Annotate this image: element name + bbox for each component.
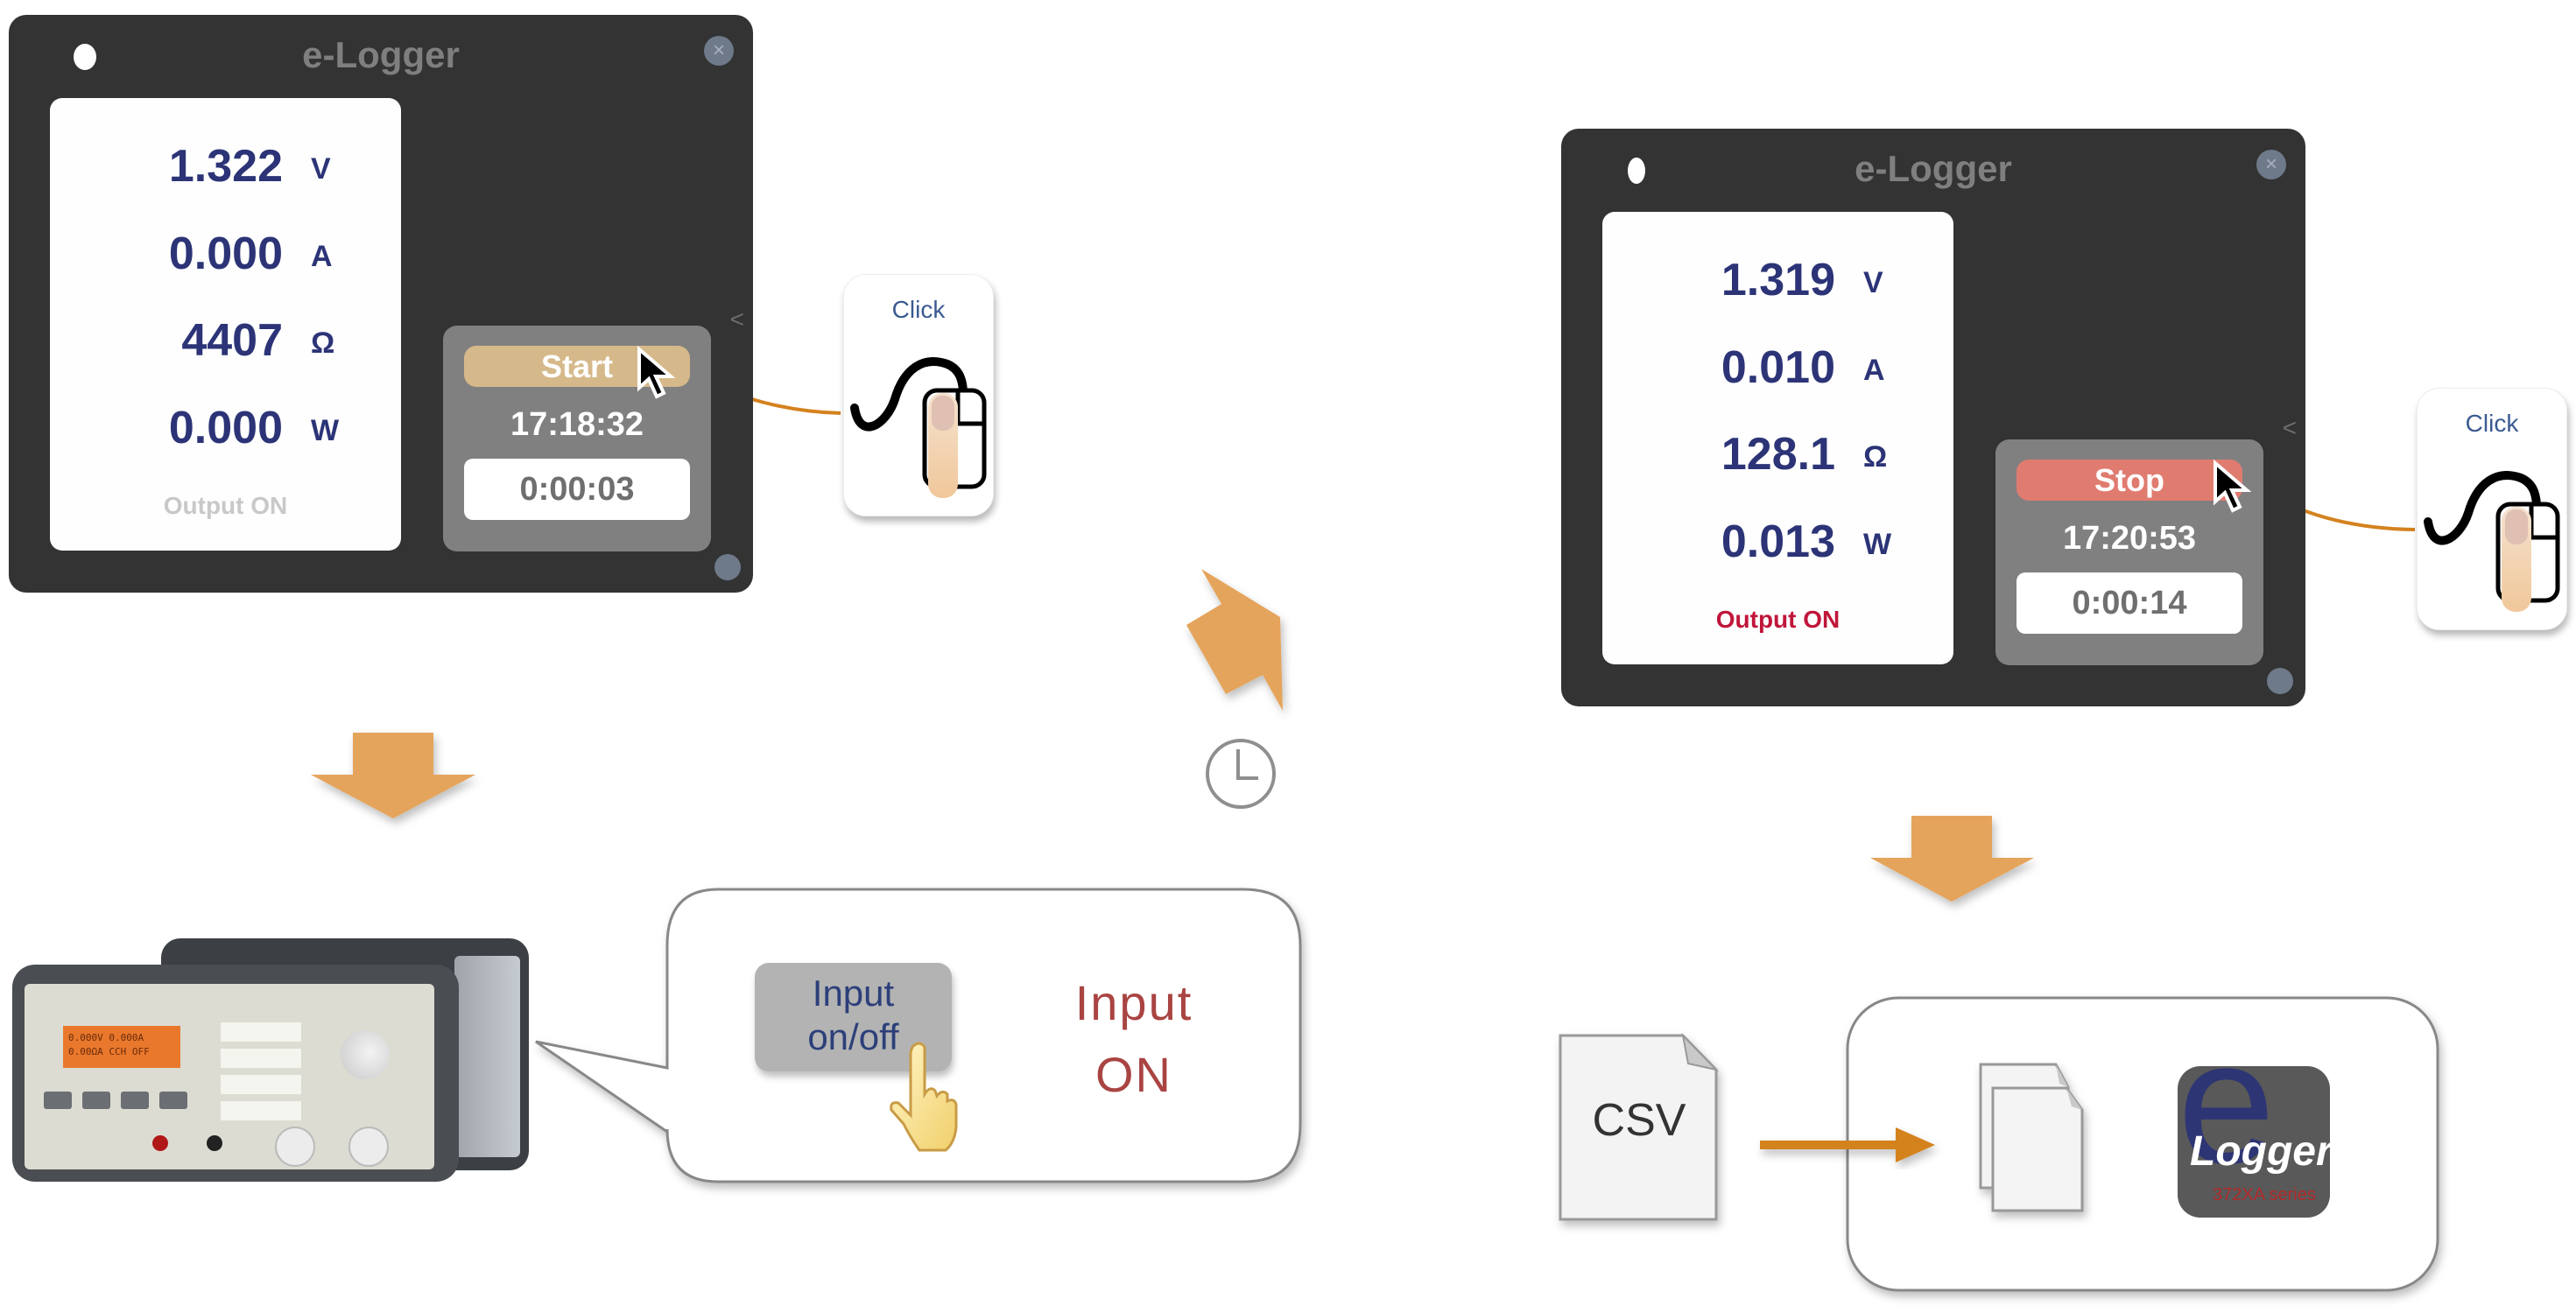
clock-time: 17:18:32 [510,406,644,443]
reading-current: 0.010 A [1602,341,1953,411]
stop-button[interactable]: Stop [2016,460,2242,501]
down-arrow-right [1870,816,2034,902]
reading-unit: Ω [1863,440,1888,474]
reading-voltage: 1.322 V [50,140,401,210]
reading-unit: A [311,240,333,273]
csv-file-label: CSV [1592,1095,1686,1146]
elogger-window-stop: e-Logger × < 1.319 V 0.010 A 128.1 Ω 0.0… [1561,129,2305,706]
elogger-window-start: e-Logger × < 1.322 V 0.000 A 4407 Ω 0.00… [9,15,753,593]
click-card: Click [843,274,994,516]
resize-handle[interactable] [714,554,741,580]
clock-time: 17:20:53 [2062,520,2197,557]
collapse-chevron-icon[interactable]: < [730,305,744,334]
reading-value: 128.1 [1721,429,1835,480]
mouse-click-icon [850,357,987,498]
reading-unit: W [1863,528,1892,561]
close-icon[interactable]: × [2256,150,2286,179]
documents-icon [1979,1063,2084,1212]
click-label: Click [2465,410,2519,437]
up-right-arrow [1186,569,1283,711]
reading-value: 0.013 [1721,516,1835,567]
display-line1: 0.000V 0.000A [68,1032,144,1043]
mouse-pointer-icon [637,346,676,399]
reading-value: 1.319 [1721,255,1835,305]
device-keypad [221,1022,301,1127]
close-icon[interactable]: × [704,36,734,66]
down-arrow-left [311,733,475,818]
output-status: Output ON [163,492,288,519]
reading-unit: A [1863,354,1885,387]
reading-power: 0.013 W [1602,516,1953,586]
output-status: Output ON [1715,606,1841,633]
reading-value: 0.000 [168,403,283,453]
input-onoff-line1: Input [812,972,895,1014]
device-knob [341,1030,390,1079]
reading-resistance: 128.1 Ω [1602,428,1953,498]
reading-resistance: 4407 Ω [50,314,401,384]
reading-value: 4407 [181,315,283,366]
input-status-line1: Input [1074,975,1193,1030]
reading-current: 0.000 A [50,228,401,298]
input-status-result: Input ON [1033,967,1235,1111]
electronic-load-device: 0.000V 0.000A 0.00ΩA CCH OFF [12,938,529,1183]
reading-voltage: 1.319 V [1602,254,1953,324]
click-label: Click [891,296,946,323]
input-status-line2: ON [1095,1047,1172,1102]
mouse-click-icon [2424,471,2560,612]
clock-icon [1206,739,1276,809]
reading-power: 0.000 W [50,402,401,472]
reading-unit: V [311,152,331,186]
device-buttons [44,1092,188,1113]
reading-value: 0.000 [168,228,283,279]
window-title: e-Logger [302,34,460,75]
resize-handle[interactable] [2267,668,2293,694]
elogger-app-icon[interactable]: e Logger 372XA series [2178,1066,2330,1218]
reading-value: 1.322 [168,141,283,192]
elapsed-time: 0:00:03 [464,459,690,520]
reading-unit: Ω [311,326,335,360]
hand-pointer-icon [890,1042,958,1152]
click-card: Click [2417,388,2567,630]
readings-panel: 1.322 V 0.000 A 4407 Ω 0.000 W Output ON [50,98,401,551]
reading-value: 0.010 [1721,342,1835,393]
reading-unit: W [311,414,340,447]
collapse-chevron-icon[interactable]: < [2283,414,2297,442]
window-title: e-Logger [1855,148,2012,189]
logo-series: 372XA series [2213,1185,2316,1204]
readings-panel: 1.319 V 0.010 A 128.1 Ω 0.013 W Output O… [1602,212,1953,664]
device-display: 0.000V 0.000A 0.00ΩA CCH OFF [63,1026,180,1068]
elapsed-time: 0:00:14 [2016,572,2242,634]
mouse-pointer-icon [2214,460,2252,513]
display-line2: 0.00ΩA CCH OFF [68,1046,150,1057]
logo-name: Logger [2190,1128,2330,1175]
reading-unit: V [1863,266,1883,299]
export-container [1846,996,2439,1292]
